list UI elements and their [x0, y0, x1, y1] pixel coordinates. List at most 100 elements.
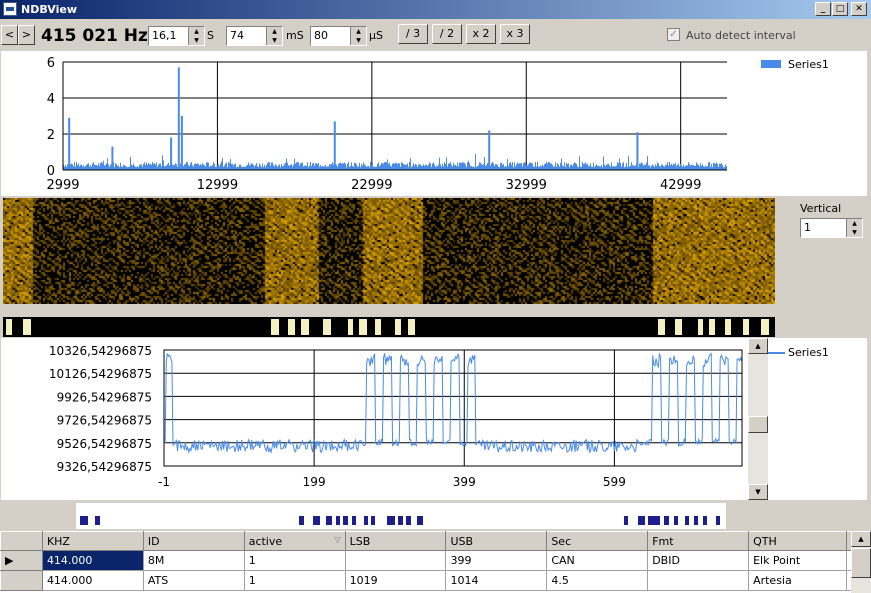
table-cell[interactable]: DBID [647, 550, 750, 571]
column-header[interactable]: QTH [748, 531, 847, 551]
scroll-thumb[interactable] [851, 548, 871, 578]
spin-up-icon[interactable]: ▲ [847, 219, 862, 228]
table-cell[interactable]: 1019 [344, 570, 447, 591]
code-mark [313, 516, 320, 525]
spin-down-icon[interactable]: ▼ [189, 36, 204, 45]
bit-mark [301, 319, 309, 335]
bit-mark [375, 319, 381, 335]
code-mark [352, 516, 356, 525]
y-tick-label: 9526,54296875 [57, 437, 152, 451]
bit-strip [3, 317, 775, 337]
spin-up-icon[interactable]: ▲ [351, 27, 366, 36]
table-cell[interactable] [344, 550, 447, 571]
code-mark [417, 516, 423, 525]
column-header[interactable]: Sec [546, 531, 649, 551]
multiply-2-button[interactable]: x 2 [466, 24, 496, 44]
table-cell[interactable]: 414.000 [41, 550, 144, 571]
prev-button[interactable]: < [1, 25, 18, 45]
code-mark [703, 516, 707, 525]
legend-swatch [765, 352, 785, 354]
column-header[interactable]: USB [445, 531, 548, 551]
legend-swatch [761, 60, 781, 68]
spin-down-icon[interactable]: ▼ [267, 36, 282, 45]
minimize-button[interactable]: _ [815, 2, 831, 16]
divide-2-button[interactable]: / 2 [432, 24, 462, 44]
code-mark [343, 516, 348, 525]
table-cell[interactable]: 8M [142, 550, 245, 571]
bit-mark [348, 319, 353, 335]
table-cell[interactable]: 4.5 [546, 570, 649, 591]
scroll-down-icon[interactable]: ▼ [748, 484, 768, 500]
table-cell[interactable]: CAN [546, 550, 649, 571]
ms-spinner[interactable]: 74 ▲ ▼ [226, 26, 283, 46]
next-button[interactable]: > [18, 25, 35, 45]
x-tick-label: 22999 [351, 178, 392, 193]
ms-value: 74 [230, 29, 244, 42]
table-row[interactable]: 414.000 ATS 1 1019 1014 4.5 Artesia N [0, 570, 871, 591]
us-spinner[interactable]: 80 ▲ ▼ [310, 26, 367, 46]
spectrum-noise-bars [63, 153, 727, 170]
table-cell[interactable] [647, 570, 750, 591]
x-tick-label: 32999 [506, 178, 547, 193]
auto-detect-checkbox[interactable]: ✓ [667, 28, 680, 41]
row-selector[interactable] [0, 570, 43, 591]
row-header-corner [0, 531, 43, 551]
code-mark [95, 516, 100, 525]
spin-down-icon[interactable]: ▼ [847, 228, 862, 237]
column-header[interactable]: KHZ [41, 531, 144, 551]
column-header[interactable]: active ▽ [243, 531, 346, 551]
y-tick-label: 9926,54296875 [57, 390, 152, 404]
spin-up-icon[interactable]: ▲ [189, 27, 204, 36]
grid-header-row: KHZ ID active▽ LSB USB Sec Fmt QTH A [0, 531, 871, 551]
y-tick-label: 10126,54296875 [49, 367, 152, 381]
column-header[interactable]: ID [142, 531, 245, 551]
spin-up-icon[interactable]: ▲ [267, 27, 282, 36]
x-tick-label: 199 [303, 475, 326, 489]
table-row[interactable]: ▶ 414.000 8M 1 399 CAN DBID Elk Point A [0, 550, 871, 571]
spin-down-icon[interactable]: ▼ [351, 36, 366, 45]
code-mark [624, 516, 628, 525]
code-mark [716, 516, 720, 525]
vertical-scrollbar[interactable]: ▲ ▼ [748, 338, 768, 500]
table-cell[interactable]: Elk Point [748, 550, 847, 571]
waterfall-display [3, 198, 775, 304]
grid-scrollbar[interactable]: ▲ [851, 531, 871, 593]
interval-seconds-spinner[interactable]: 16,1 ▲ ▼ [148, 26, 205, 46]
row-selector-icon[interactable]: ▶ [0, 550, 43, 571]
code-mark [664, 516, 669, 525]
table-cell[interactable]: ATS [142, 570, 245, 591]
frequency-display: 415 021 Hz [41, 26, 148, 46]
signal-series-line [163, 352, 743, 455]
auto-detect-label: Auto detect interval [686, 29, 796, 42]
column-header[interactable]: Fmt [647, 531, 750, 551]
morse-code-strip [80, 516, 720, 525]
y-tick-label: 6 [47, 56, 55, 71]
table-cell[interactable]: 1 [243, 570, 346, 591]
multiply-3-button[interactable]: x 3 [500, 24, 530, 44]
y-tick-label: 9726,54296875 [57, 414, 152, 428]
scroll-up-icon[interactable]: ▲ [748, 338, 768, 354]
vertical-zoom-spinner[interactable]: 1 ▲ ▼ [800, 218, 863, 238]
us-value: 80 [314, 29, 328, 42]
table-cell[interactable]: Artesia [748, 570, 847, 591]
close-button[interactable]: ✕ [851, 2, 867, 16]
table-cell[interactable]: 399 [445, 550, 548, 571]
scroll-up-icon[interactable]: ▲ [851, 531, 871, 547]
x-tick-label: 42999 [660, 178, 701, 193]
column-header[interactable]: LSB [344, 531, 447, 551]
y-tick-label: 4 [47, 92, 55, 107]
divide-3-button[interactable]: / 3 [398, 24, 428, 44]
us-unit: µS [369, 29, 383, 42]
maximize-button[interactable]: □ [832, 2, 848, 16]
title-bar: NDBView _ □ ✕ [0, 0, 871, 19]
scroll-thumb[interactable] [748, 416, 768, 433]
bit-mark [395, 319, 401, 335]
code-mark [694, 516, 698, 525]
table-cell[interactable]: 414.000 [41, 570, 144, 591]
table-cell[interactable]: 1 [243, 550, 346, 571]
bit-mark [725, 319, 731, 335]
y-tick-label: 0 [47, 164, 55, 179]
table-cell[interactable]: 1014 [445, 570, 548, 591]
y-tick-label: 9326,54296875 [57, 460, 152, 474]
bit-mark [658, 319, 665, 335]
